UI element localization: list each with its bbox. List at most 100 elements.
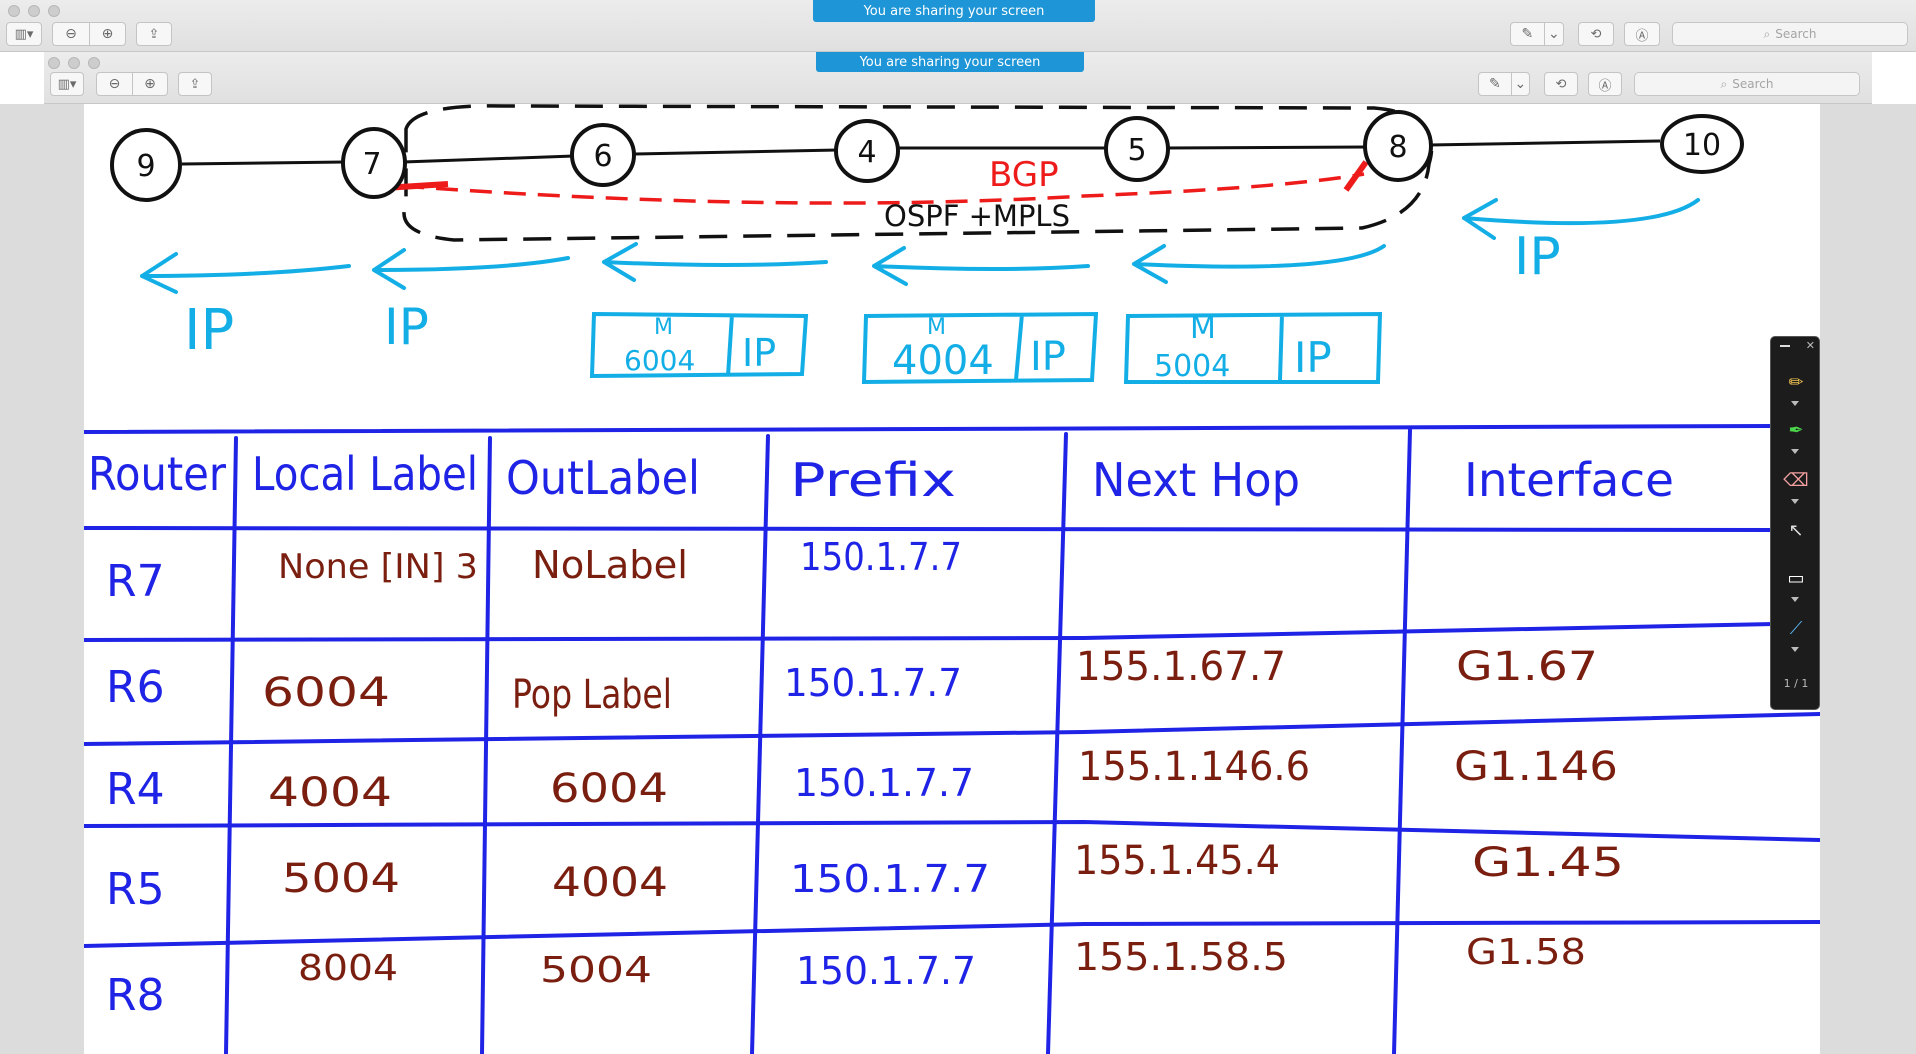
markup-button[interactable]: ✎ (1511, 23, 1545, 45)
arrow-label-6004 (602, 242, 828, 282)
cell-router-r7: R7 (106, 556, 165, 607)
inner-zoom-out-button[interactable]: ⊖ (97, 73, 133, 95)
sidebar-icon: ▥▾ (14, 26, 34, 42)
table-line-header (84, 526, 1776, 532)
page-indicator: 1 / 1 (1783, 677, 1809, 690)
zoom-in-icon: ⊕ (144, 76, 156, 92)
screen-sharing-text: You are sharing your screen (859, 54, 1041, 70)
highlighter-icon: ✒ (1788, 419, 1804, 441)
sidebar-toggle-button[interactable]: ▥▾ (6, 22, 42, 46)
cell-prefix-r4: 150.1.7.7 (794, 761, 974, 805)
whiteboard-canvas: 9 7 6 4 5 8 10 BGP OSPF +MPLS IP IP IP M… (84, 104, 1820, 1054)
cell-router-r6: R6 (106, 662, 165, 713)
cell-prefix-r8: 150.1.7.7 (796, 949, 976, 993)
eraser-options-caret[interactable] (1791, 499, 1799, 504)
eraser-tool-button[interactable]: ⌫ (1783, 469, 1809, 491)
router-label-5: 5 (1127, 133, 1146, 168)
table-line-top (84, 424, 1776, 434)
pencil-options-caret[interactable] (1791, 401, 1799, 406)
cell-local-r8: 8004 (298, 948, 398, 989)
inner-zoom-window-button[interactable] (88, 57, 100, 69)
cell-out-r6: Pop Label (512, 672, 672, 718)
pencil-icon: ✏ (1788, 371, 1804, 393)
link-6-4 (631, 148, 839, 156)
inner-close-window-button[interactable] (48, 57, 60, 69)
packet-payload-4004: IP (1030, 334, 1066, 380)
highlighter-options-caret[interactable] (1791, 449, 1799, 454)
table-line-row-2 (84, 712, 1820, 746)
arrow-ip-3 (1462, 198, 1700, 240)
bgp-endpoint-r8 (1343, 160, 1369, 192)
prefix-column: 150.1.7.7 150.1.7.7 150.1.7.7 150.1.7.7 … (784, 535, 990, 993)
inner-sidebar-toggle-button[interactable]: ▥▾ (50, 72, 84, 96)
cell-local-r7: None [IN] 3 (278, 547, 478, 587)
igp-label: OSPF +MPLS (884, 199, 1070, 233)
inner-zoom-in-button[interactable]: ⊕ (133, 73, 167, 95)
rotate-icon: ⟲ (1555, 76, 1567, 92)
cell-prefix-r6: 150.1.7.7 (784, 661, 962, 705)
inner-screen-sharing-banner[interactable]: You are sharing your screen (816, 52, 1084, 72)
arrow-label-4004 (872, 246, 1090, 286)
cell-router-r5: R5 (106, 864, 165, 915)
screen-sharing-banner[interactable]: You are sharing your screen (813, 0, 1095, 22)
markup-menu-button[interactable]: ⌄ (1545, 23, 1563, 45)
cell-nexthop-r8: 155.1.58.5 (1074, 935, 1288, 979)
annotate-button[interactable]: Ⓐ (1624, 22, 1660, 46)
highlighter-tool-button[interactable]: ✒ (1783, 419, 1809, 441)
cell-out-r4: 6004 (550, 766, 668, 812)
rotate-icon: ⟲ (1590, 26, 1602, 42)
search-placeholder: Search (1775, 27, 1817, 41)
cell-local-r5: 5004 (282, 856, 400, 902)
router-label-7: 7 (362, 147, 381, 182)
share-icon: ⇪ (148, 26, 160, 42)
line-icon: ⟋ (1789, 617, 1803, 639)
close-toolbar-button[interactable]: ✕ (1806, 339, 1815, 352)
eraser-icon: ⌫ (1783, 469, 1809, 491)
inner-window-controls (48, 57, 100, 69)
cell-interface-r6: G1.67 (1456, 644, 1598, 690)
inner-search-field[interactable]: ⌕ Search (1634, 72, 1860, 96)
ip-label-1: IP (184, 298, 234, 363)
minimize-window-button[interactable] (28, 5, 40, 17)
close-window-button[interactable] (8, 5, 20, 17)
chevron-down-icon: ⌄ (1547, 26, 1560, 42)
zoom-window-button[interactable] (48, 5, 60, 17)
pointer-icon: ↖ (1788, 519, 1804, 541)
line-tool-button[interactable]: ⟋ (1783, 617, 1809, 639)
right-margin (1820, 104, 1916, 1054)
shape-options-caret[interactable] (1791, 597, 1799, 602)
zoom-out-icon: ⊖ (65, 26, 77, 42)
cell-prefix-r5: 150.1.7.7 (790, 857, 990, 901)
inner-markup-menu-button[interactable]: ⌄ (1512, 73, 1529, 95)
router-label-8: 8 (1388, 130, 1407, 165)
rotate-button[interactable]: ⟲ (1578, 22, 1614, 46)
inner-share-button[interactable]: ⇪ (178, 72, 212, 96)
zoom-in-button[interactable]: ⊕ (90, 23, 125, 45)
collapse-toolbar-button[interactable] (1780, 345, 1790, 347)
ip-label-2: IP (384, 298, 429, 356)
pencil-tool-button[interactable]: ✏ (1783, 371, 1809, 393)
pointer-tool-button[interactable]: ↖ (1783, 519, 1809, 541)
zoom-out-icon: ⊖ (108, 76, 121, 92)
share-button[interactable]: ⇪ (136, 22, 172, 46)
header-out-label: OutLabel (506, 451, 700, 505)
cell-interface-r8: G1.58 (1466, 932, 1586, 973)
inner-rotate-button[interactable]: ⟲ (1544, 72, 1578, 96)
packet-label-6004: 6004 (624, 344, 695, 377)
search-field[interactable]: ⌕ Search (1672, 22, 1908, 46)
cell-interface-r5: G1.45 (1472, 840, 1624, 886)
arrow-label-5004 (1132, 244, 1386, 284)
inner-zoom-controls: ⊖ ⊕ (96, 72, 168, 96)
cell-local-r4: 4004 (268, 770, 392, 816)
line-options-caret[interactable] (1791, 647, 1799, 652)
chevron-down-icon: ⌄ (1514, 76, 1527, 92)
inner-markup-button[interactable]: ✎ (1479, 73, 1512, 95)
pen-icon: ✎ (1488, 76, 1501, 92)
zoom-out-button[interactable]: ⊖ (53, 23, 90, 45)
header-router: Router (88, 447, 226, 501)
inner-minimize-window-button[interactable] (68, 57, 80, 69)
table-line-row-3 (84, 819, 1820, 842)
shape-tool-button[interactable]: ▭ (1783, 567, 1809, 589)
inner-annotate-button[interactable]: Ⓐ (1588, 72, 1622, 96)
left-margin (0, 104, 84, 1054)
